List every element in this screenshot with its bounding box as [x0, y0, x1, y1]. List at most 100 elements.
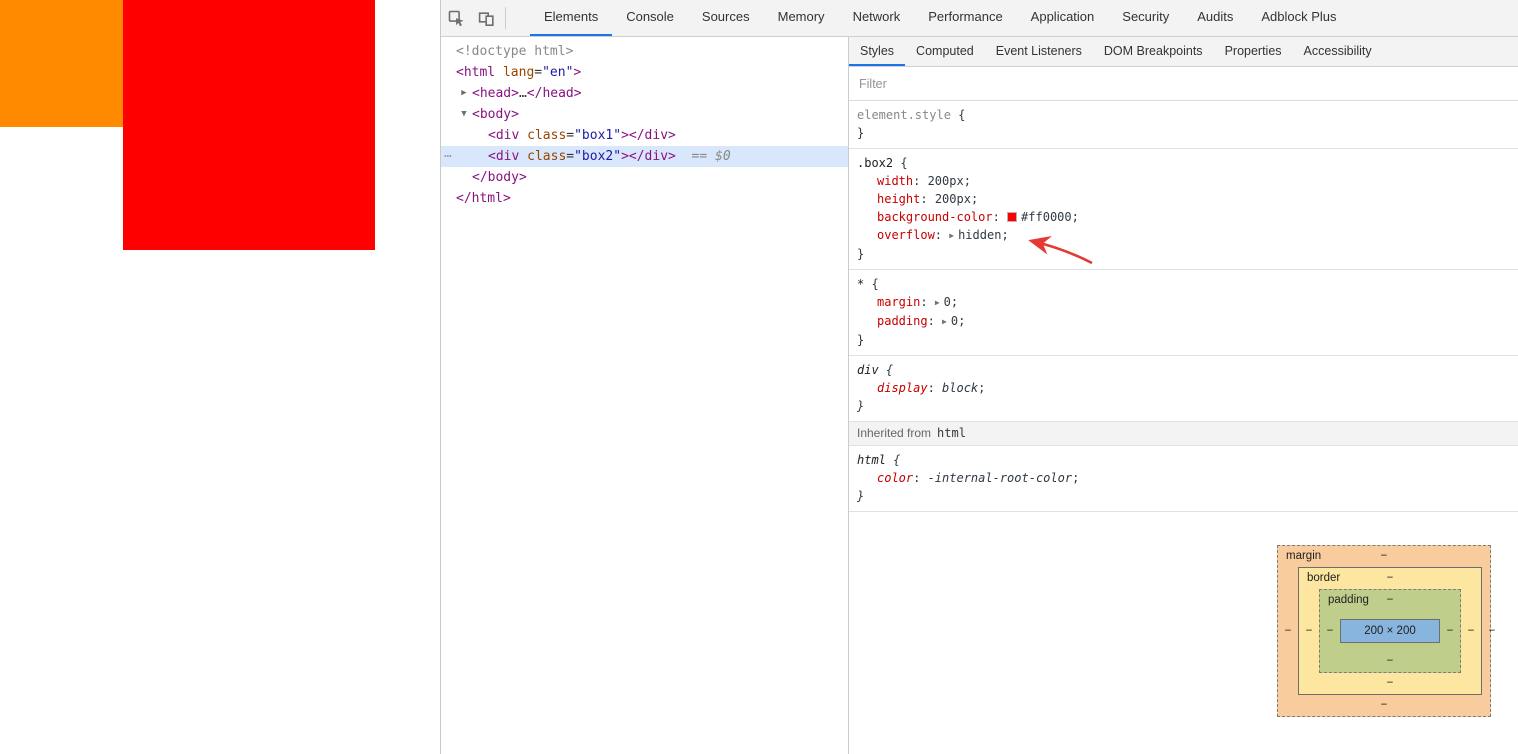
dom-token-tag: ></div>	[621, 149, 676, 164]
padding-bottom-value: −	[1386, 655, 1394, 667]
property-name[interactable]: height	[877, 192, 920, 206]
margin-right-value: −	[1488, 625, 1496, 637]
property-name[interactable]: padding	[877, 314, 928, 328]
border-left-value: −	[1305, 625, 1313, 637]
property-value[interactable]: 0	[944, 295, 951, 309]
dom-tree-line[interactable]: </body>	[441, 167, 848, 188]
property-value[interactable]: #ff0000	[1021, 210, 1072, 224]
style-property-padding[interactable]: padding: ▶ 0;	[849, 312, 1518, 331]
collapse-node-icon[interactable]: ▼	[458, 104, 470, 125]
devtools-toolbar: Elements Console Sources Memory Network Perfo…	[441, 0, 1518, 37]
rule-selector[interactable]: .box2	[857, 156, 893, 170]
box-model-diagram: margin − − border − − padding − − 200 × …	[1277, 545, 1495, 717]
style-rule: element.style {}	[849, 101, 1518, 149]
dom-token-plain: =	[534, 65, 543, 80]
tab-console[interactable]: Console	[612, 0, 688, 36]
box-model-border: border − − padding − − 200 × 200 − − − −	[1298, 567, 1482, 695]
margin-top-value: −	[1380, 550, 1388, 562]
device-toolbar-button[interactable]	[471, 0, 501, 36]
styles-filter-input[interactable]	[849, 67, 1518, 100]
margin-left-value: −	[1284, 625, 1292, 637]
inherited-node-link[interactable]: html	[937, 426, 966, 440]
property-value[interactable]: 200px	[928, 174, 964, 188]
expand-property-icon[interactable]: ▶	[942, 313, 947, 331]
property-name[interactable]: overflow	[877, 228, 935, 242]
expand-node-icon[interactable]: ▶	[458, 83, 470, 104]
inherited-from-label: Inherited from	[857, 426, 932, 440]
devtools-panel: Elements Console Sources Memory Network Perfo…	[440, 0, 1518, 754]
dom-tree: <!doctype html> <html lang="en"> ▶ <head>…<…	[441, 37, 848, 754]
dom-tree-line[interactable]: <!doctype html>	[441, 41, 848, 62]
style-property-background-color[interactable]: background-color: #ff0000;	[849, 208, 1518, 226]
annotation-arrow	[1028, 235, 1093, 265]
styles-tab-accessibility[interactable]: Accessibility	[1293, 37, 1383, 66]
dom-tree-line[interactable]: ▶ <head>…</head>	[441, 83, 848, 104]
property-value[interactable]: block	[942, 381, 978, 395]
rule-selector[interactable]: element.style	[857, 108, 951, 122]
dom-tree-line[interactable]: ⋯ <div class="box2"></div> == $0	[441, 146, 848, 167]
rule-selector[interactable]: *	[857, 277, 864, 291]
style-property-width[interactable]: width: 200px;	[849, 172, 1518, 190]
more-actions-button[interactable]: ⋯	[444, 146, 453, 167]
filter-bar	[849, 67, 1518, 101]
tab-memory[interactable]: Memory	[764, 0, 839, 36]
dom-token-attr: class	[519, 128, 567, 143]
dom-tree-line[interactable]: <div class="box1"></div>	[441, 125, 848, 146]
color-swatch[interactable]	[1007, 212, 1018, 222]
border-top-value: −	[1386, 572, 1394, 584]
dom-tree-line[interactable]: <html lang="en">	[441, 62, 848, 83]
style-rule: * {margin: ▶ 0; padding: ▶ 0;}	[849, 270, 1518, 356]
dom-token-tag: </head>	[526, 86, 582, 101]
styles-tab-event-listeners[interactable]: Event Listeners	[985, 37, 1093, 66]
style-rule: div {display: block;}	[849, 356, 1518, 422]
dom-token-plain: =	[566, 128, 575, 143]
property-name[interactable]: background-color	[877, 210, 993, 224]
styles-tab-styles[interactable]: Styles	[849, 37, 906, 66]
border-bottom-value: −	[1386, 677, 1394, 689]
dom-token-val: "box1"	[574, 128, 622, 143]
screenshot-root: Elements Console Sources Memory Network Perfo…	[0, 0, 1518, 754]
border-label: border	[1307, 572, 1341, 584]
dom-token-tag: <div	[488, 149, 520, 164]
property-value[interactable]: hidden	[958, 228, 1001, 242]
tab-adblock-plus[interactable]: Adblock Plus	[1247, 0, 1350, 36]
property-value[interactable]: 0	[951, 314, 958, 328]
styles-tabs: Styles Computed Event Listeners DOM Breakpo…	[849, 37, 1518, 67]
inspect-element-button[interactable]	[441, 0, 471, 36]
property-name[interactable]: color	[877, 471, 913, 485]
styles-tab-properties[interactable]: Properties	[1214, 37, 1293, 66]
property-value[interactable]: -internal-root-color	[928, 471, 1073, 485]
style-property-height[interactable]: height: 200px;	[849, 190, 1518, 208]
rule-selector[interactable]: div	[857, 363, 879, 377]
dom-token-tag: </html>	[456, 191, 511, 206]
tab-network[interactable]: Network	[839, 0, 915, 36]
expand-property-icon[interactable]: ▶	[935, 294, 940, 312]
tab-audits[interactable]: Audits	[1183, 0, 1247, 36]
expand-property-icon[interactable]: ▶	[949, 227, 954, 245]
rendered-page	[0, 0, 440, 754]
dom-tree-line[interactable]: ▼ <body>	[441, 104, 848, 125]
style-property-overflow[interactable]: overflow: ▶ hidden;	[849, 226, 1518, 245]
dom-token-tag: >	[573, 65, 582, 80]
style-property-color[interactable]: color: -internal-root-color;	[849, 469, 1518, 487]
dom-token-doctype: <!doctype html>	[456, 44, 574, 59]
property-name[interactable]: width	[877, 174, 913, 188]
margin-bottom-value: −	[1380, 699, 1388, 711]
styles-tab-dom-breakpoints[interactable]: DOM Breakpoints	[1093, 37, 1214, 66]
box-model-margin: margin − − border − − padding − − 200 × …	[1277, 545, 1495, 717]
dom-tree-line[interactable]: </html>	[441, 188, 848, 209]
style-property-display[interactable]: display: block;	[849, 379, 1518, 397]
styles-tab-computed[interactable]: Computed	[905, 37, 985, 66]
property-name[interactable]: margin	[877, 295, 920, 309]
property-value[interactable]: 200px	[935, 192, 971, 206]
property-name[interactable]: display	[877, 381, 928, 395]
tab-application[interactable]: Application	[1017, 0, 1109, 36]
tab-sources[interactable]: Sources	[688, 0, 764, 36]
tab-elements[interactable]: Elements	[530, 0, 613, 36]
tab-security[interactable]: Security	[1108, 0, 1183, 36]
tab-performance[interactable]: Performance	[914, 0, 1016, 36]
style-property-margin[interactable]: margin: ▶ 0;	[849, 293, 1518, 312]
rule-selector[interactable]: html	[857, 453, 886, 467]
dom-token-hint: == $0	[675, 149, 731, 164]
page-box2	[123, 0, 375, 250]
